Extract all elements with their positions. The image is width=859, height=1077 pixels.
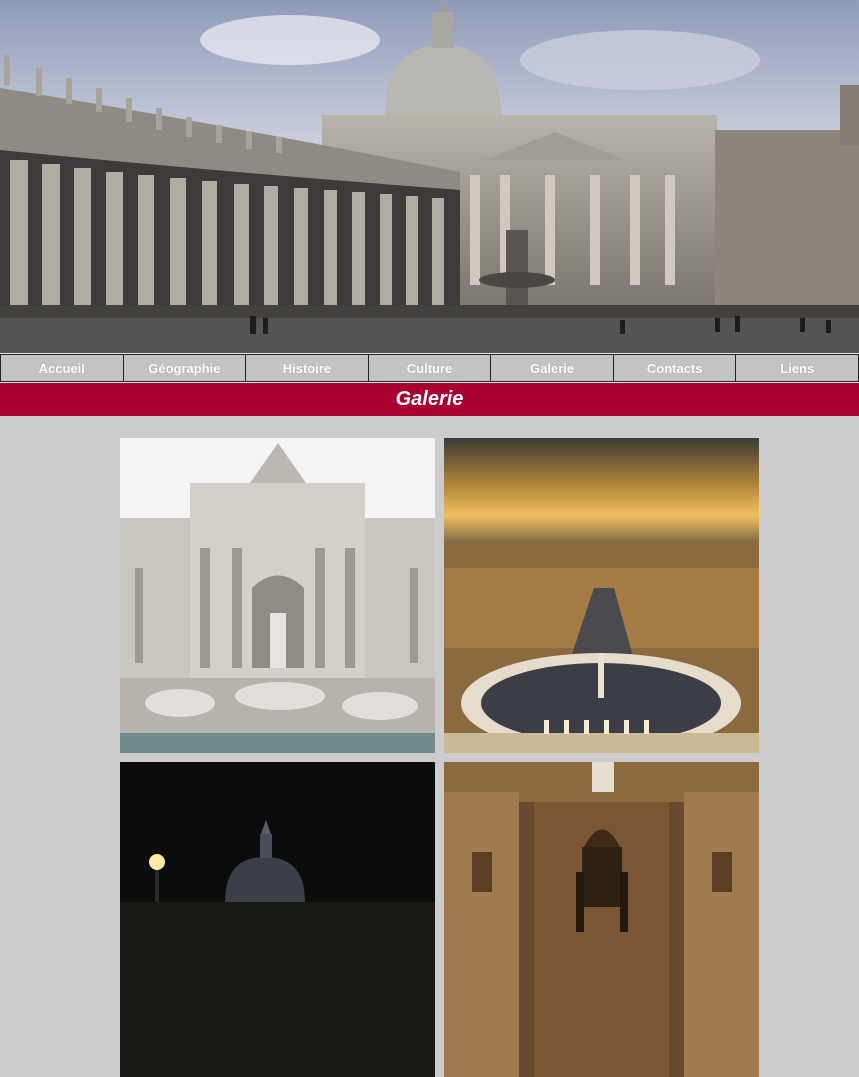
nav-item-geographie[interactable]: Géographie (122, 354, 247, 382)
nav-item-galerie[interactable]: Galerie (490, 354, 614, 382)
nav-item-contacts[interactable]: Contacts (612, 354, 737, 382)
nav-item-culture[interactable]: Culture (367, 354, 492, 382)
nav-item-histoire[interactable]: Histoire (245, 354, 369, 382)
gallery-grid (120, 438, 760, 1077)
gallery-image-dome-night[interactable] (120, 762, 435, 1077)
nav-item-liens[interactable]: Liens (735, 354, 859, 382)
gallery-image-st-peters-aerial[interactable] (444, 438, 759, 753)
page-title-bar: Galerie (0, 383, 859, 416)
header-banner-image (0, 0, 859, 353)
nav-item-accueil[interactable]: Accueil (0, 354, 124, 382)
page-title: Galerie (395, 388, 464, 410)
gallery-image-basilica-interior[interactable] (444, 762, 759, 1077)
main-nav: Accueil Géographie Histoire Culture Gale… (0, 353, 859, 383)
gallery-image-trevi-fountain[interactable] (120, 438, 435, 753)
